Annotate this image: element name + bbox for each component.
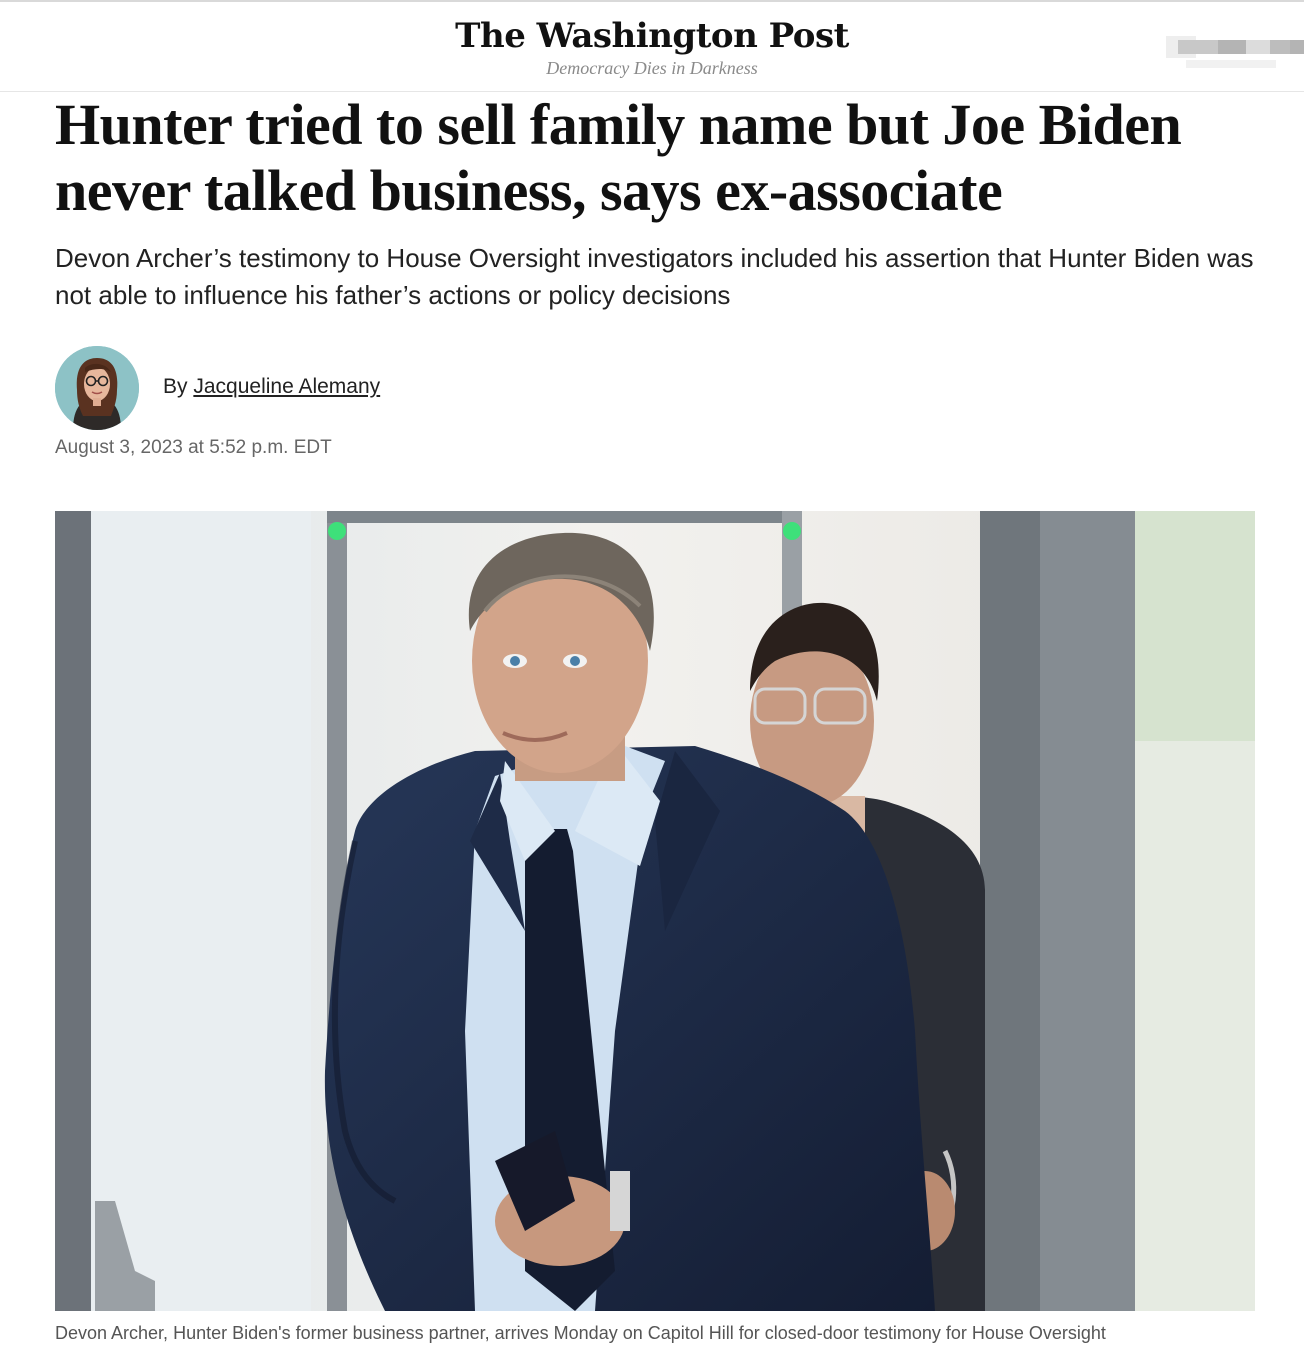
author-avatar[interactable] [55,346,139,430]
site-tagline: Democracy Dies in Darkness [546,58,758,78]
masthead: The Washington Post Democracy Dies in Da… [0,2,1304,92]
byline-row: By Jacqueline Alemany [55,346,655,432]
photo-caption: Devon Archer, Hunter Biden's former busi… [55,1323,1106,1343]
publish-timestamp: August 3, 2023 at 5:52 p.m. EDT [55,437,332,458]
byline: By Jacqueline Alemany [163,375,380,399]
article-headline: Hunter tried to sell family name but Joe… [55,92,1275,224]
headline-line-2: never talked business, says ex-associate [55,158,1003,223]
lead-photo [55,511,1255,1311]
blurred-account-area[interactable] [1166,30,1304,70]
article-subhead: Devon Archer’s testimony to House Oversi… [55,243,1254,310]
author-link[interactable]: Jacqueline Alemany [193,375,380,398]
site-logo[interactable]: The Washington Post [0,16,1304,56]
headline-line-1: Hunter tried to sell family name but Joe… [55,92,1182,157]
byline-prefix: By [163,375,188,398]
